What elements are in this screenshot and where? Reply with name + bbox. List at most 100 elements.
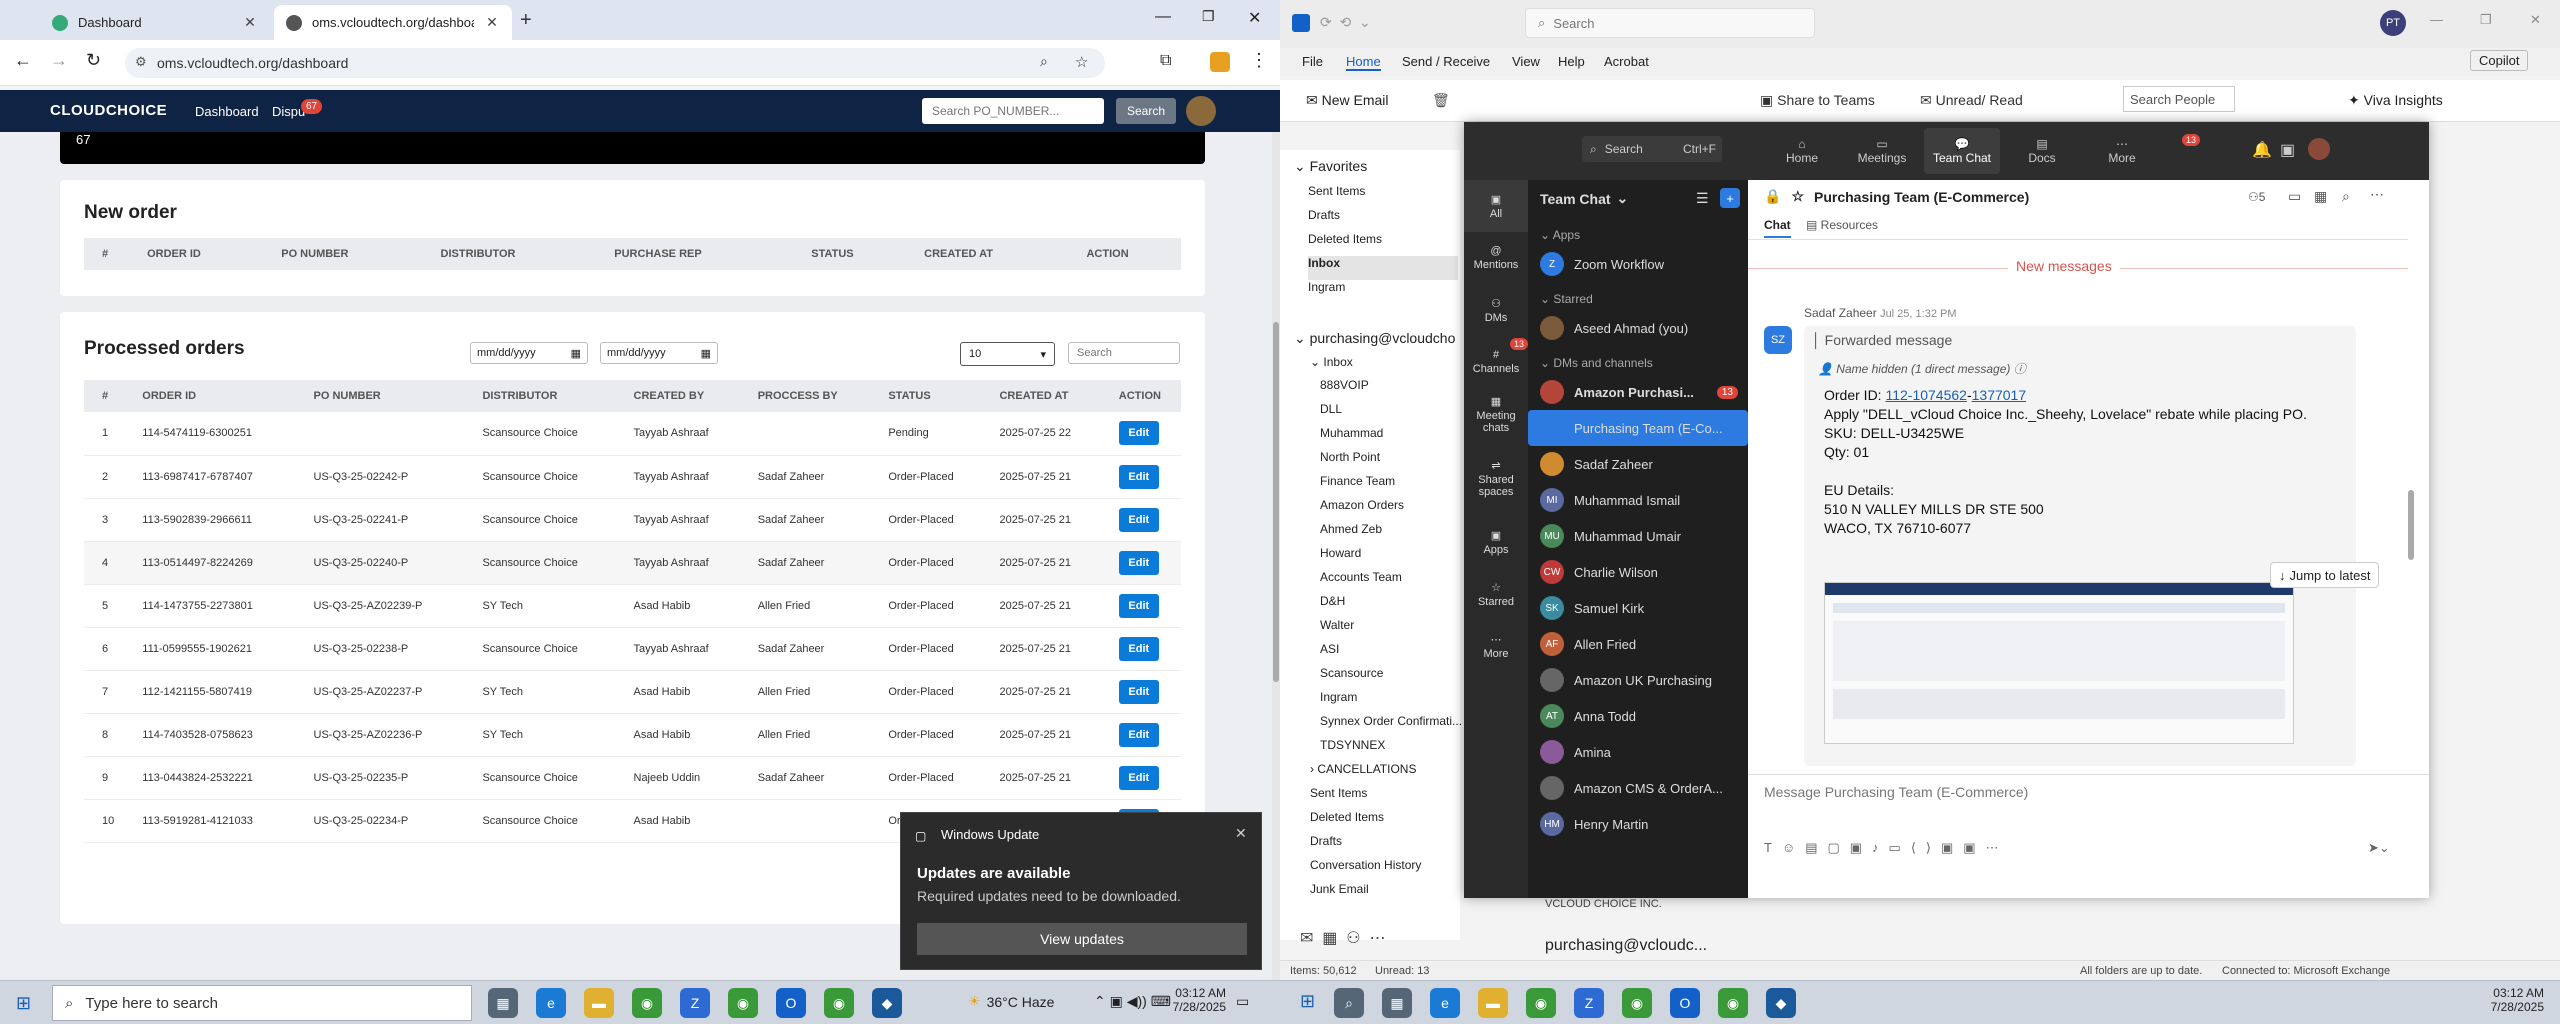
order-link[interactable]: 112-1074562 (1885, 387, 1966, 403)
reload-icon[interactable]: ↻ (86, 50, 101, 71)
outlook-icon[interactable]: O (1670, 988, 1700, 1018)
avatar[interactable] (2308, 138, 2330, 160)
po-search-input[interactable] (922, 98, 1104, 124)
teams-nav-meetings[interactable]: ▭ Meetings (1844, 128, 1920, 174)
edit-button[interactable]: Edit (1118, 593, 1159, 618)
forward-icon[interactable]: → (50, 50, 68, 71)
new-email-button[interactable]: ✉ New Email (1306, 92, 1389, 109)
folder-item[interactable]: Junk Email (1310, 882, 1460, 906)
jump-to-latest-button[interactable]: ↓ Jump to latest (2270, 562, 2380, 588)
menu-view[interactable]: View (1512, 54, 1540, 69)
edge-icon[interactable]: e (536, 988, 566, 1018)
composer-toolbar[interactable]: T☺▤▢▣♪▭⟨⟩▣▣⋯ (1764, 840, 2009, 856)
share-teams-button[interactable]: ▣ Share to Teams (1760, 92, 1875, 109)
favorites-header[interactable]: ⌄ Favorites (1294, 158, 1367, 175)
rail-dms[interactable]: ⚇ DMs (1464, 284, 1528, 336)
nav-dashboard[interactable]: Dashboard (195, 104, 259, 119)
edit-button[interactable]: Edit (1118, 550, 1159, 575)
close-icon[interactable]: ✕ (484, 14, 500, 31)
folder-item[interactable]: Scansource (1320, 666, 1460, 690)
outlook-search-input[interactable]: ⌕ Search (1525, 8, 1815, 38)
chat-item[interactable]: Amazon CMS & OrderA... (1528, 770, 1748, 806)
rail-shared-spaces[interactable]: ⇌ Shared spaces (1464, 452, 1528, 504)
tab-oms-dashboard[interactable]: oms.vcloudtech.org/dashboard ✕ (274, 5, 512, 40)
search-icon[interactable]: ⌕ (1334, 988, 1364, 1018)
teams-nav-home[interactable]: ⌂ Home (1764, 128, 1840, 174)
avatar[interactable] (1186, 96, 1216, 126)
menu-help[interactable]: Help (1558, 54, 1585, 69)
maximize-button[interactable]: ❐ (1202, 8, 1215, 25)
bookmark-star-icon[interactable]: ☆ (1075, 53, 1088, 71)
table-search-input[interactable] (1068, 342, 1180, 364)
logo[interactable]: CLOUDCHOICE (50, 102, 167, 119)
folder-item[interactable]: Synnex Order Confirmati... (1320, 714, 1462, 738)
folder-item[interactable]: Inbox (1308, 256, 1458, 280)
video-icon[interactable]: ▭ (2288, 188, 2301, 205)
teams-search-input[interactable]: ⌕ Search Ctrl+F (1582, 136, 1722, 162)
edit-button[interactable]: Edit (1118, 464, 1159, 489)
chrome-icon[interactable]: ◉ (632, 988, 662, 1018)
outlook-icon[interactable]: O (776, 988, 806, 1018)
search-icon[interactable]: ⌕ (2342, 188, 2350, 205)
members-count[interactable]: ⚇5 (2248, 190, 2265, 204)
nav-mail-calendar-people[interactable]: ✉ ▦ ⚇ ⋯ (1300, 928, 1386, 948)
bell-icon[interactable]: 🔔 (2252, 140, 2272, 160)
more-icon[interactable]: ⋯ (2370, 186, 2384, 203)
scrollbar[interactable] (1272, 132, 1280, 980)
scrollbar-thumb[interactable] (1273, 322, 1279, 682)
inbox-folder[interactable]: ⌄ Inbox (1310, 355, 1353, 369)
chrome-icon[interactable]: ◉ (1526, 988, 1556, 1018)
menu-send-receive[interactable]: Send / Receive (1402, 54, 1490, 69)
minimize-button[interactable]: — (1155, 8, 1171, 26)
chat-item[interactable]: Sadaf Zaheer (1528, 446, 1748, 482)
rail-apps[interactable]: ▣ Apps (1464, 516, 1528, 568)
app-zoom-workflow[interactable]: Z Zoom Workflow (1528, 246, 1748, 282)
section-dms-channels[interactable]: ⌄ DMs and channels (1540, 356, 1653, 370)
folder-item[interactable]: Amazon Orders (1320, 498, 1460, 522)
cancellations-folder[interactable]: › CANCELLATIONS (1310, 762, 1416, 776)
menu-acrobat[interactable]: Acrobat (1604, 54, 1649, 69)
folder-item[interactable]: Howard (1320, 546, 1460, 570)
folder-item[interactable]: Muhammad (1320, 426, 1460, 450)
calendar-icon[interactable]: ▦ (701, 347, 711, 360)
section-starred[interactable]: ⌄ Starred (1540, 292, 1593, 306)
date-from-input[interactable]: mm/dd/yyyy ▦ (470, 342, 588, 364)
task-view-icon[interactable]: ▦ (488, 988, 518, 1018)
teams-nav-team-chat[interactable]: 💬 Team Chat (1924, 128, 2000, 174)
chrome-icon[interactable]: ◉ (824, 988, 854, 1018)
chat-item[interactable]: Amazon UK Purchasing (1528, 662, 1748, 698)
notification-icon[interactable]: ▭ (1236, 993, 1249, 1010)
tab-chat[interactable]: Chat (1764, 218, 1791, 238)
chat-item[interactable]: SK Samuel Kirk (1528, 590, 1748, 626)
close-window-button[interactable]: ✕ (1248, 8, 1261, 28)
tab-dashboard[interactable]: Dashboard ✕ (40, 5, 270, 40)
site-info-icon[interactable]: ⚙ (135, 54, 147, 70)
folder-item[interactable]: D&H (1320, 594, 1460, 618)
rail-mentions[interactable]: @ Mentions (1464, 232, 1528, 284)
teams-nav-more[interactable]: ⋯ More (2084, 128, 2160, 174)
folder-item[interactable]: Ingram (1308, 280, 1458, 304)
chat-item[interactable]: AT Anna Todd (1528, 698, 1748, 734)
chat-item[interactable]: CW Charlie Wilson (1528, 554, 1748, 590)
avatar[interactable]: PT (2380, 10, 2406, 36)
rail-meeting-chats[interactable]: ▦ Meeting chats (1464, 388, 1528, 440)
folder-item[interactable]: Accounts Team (1320, 570, 1460, 594)
calendar-icon[interactable]: ▦ (571, 347, 581, 360)
edge-icon[interactable]: e (1430, 988, 1460, 1018)
zoom-icon[interactable]: Z (1574, 988, 1604, 1018)
tab-resources[interactable]: ▤ Resources (1806, 218, 1878, 232)
send-icon[interactable]: ➤⌄ (2368, 840, 2390, 856)
apps-icon[interactable]: ▣ (2280, 140, 2295, 160)
zoom-icon[interactable]: Z (680, 988, 710, 1018)
task-view-icon[interactable]: ▦ (1382, 988, 1412, 1018)
back-icon[interactable]: ← (14, 50, 32, 71)
chat-item[interactable]: Purchasing Team (E-Co... (1528, 410, 1748, 446)
folder-item[interactable]: Conversation History (1310, 858, 1460, 882)
folder-item[interactable]: Ingram (1320, 690, 1460, 714)
avatar[interactable]: SZ (1764, 326, 1792, 354)
chat-item[interactable]: MI Muhammad Ismail (1528, 482, 1748, 518)
calendar-icon[interactable]: ▦ (2314, 188, 2327, 205)
edit-button[interactable]: Edit (1118, 765, 1159, 790)
close-icon[interactable]: ✕ (1235, 825, 1247, 842)
folder-item[interactable]: ASI (1320, 642, 1460, 666)
